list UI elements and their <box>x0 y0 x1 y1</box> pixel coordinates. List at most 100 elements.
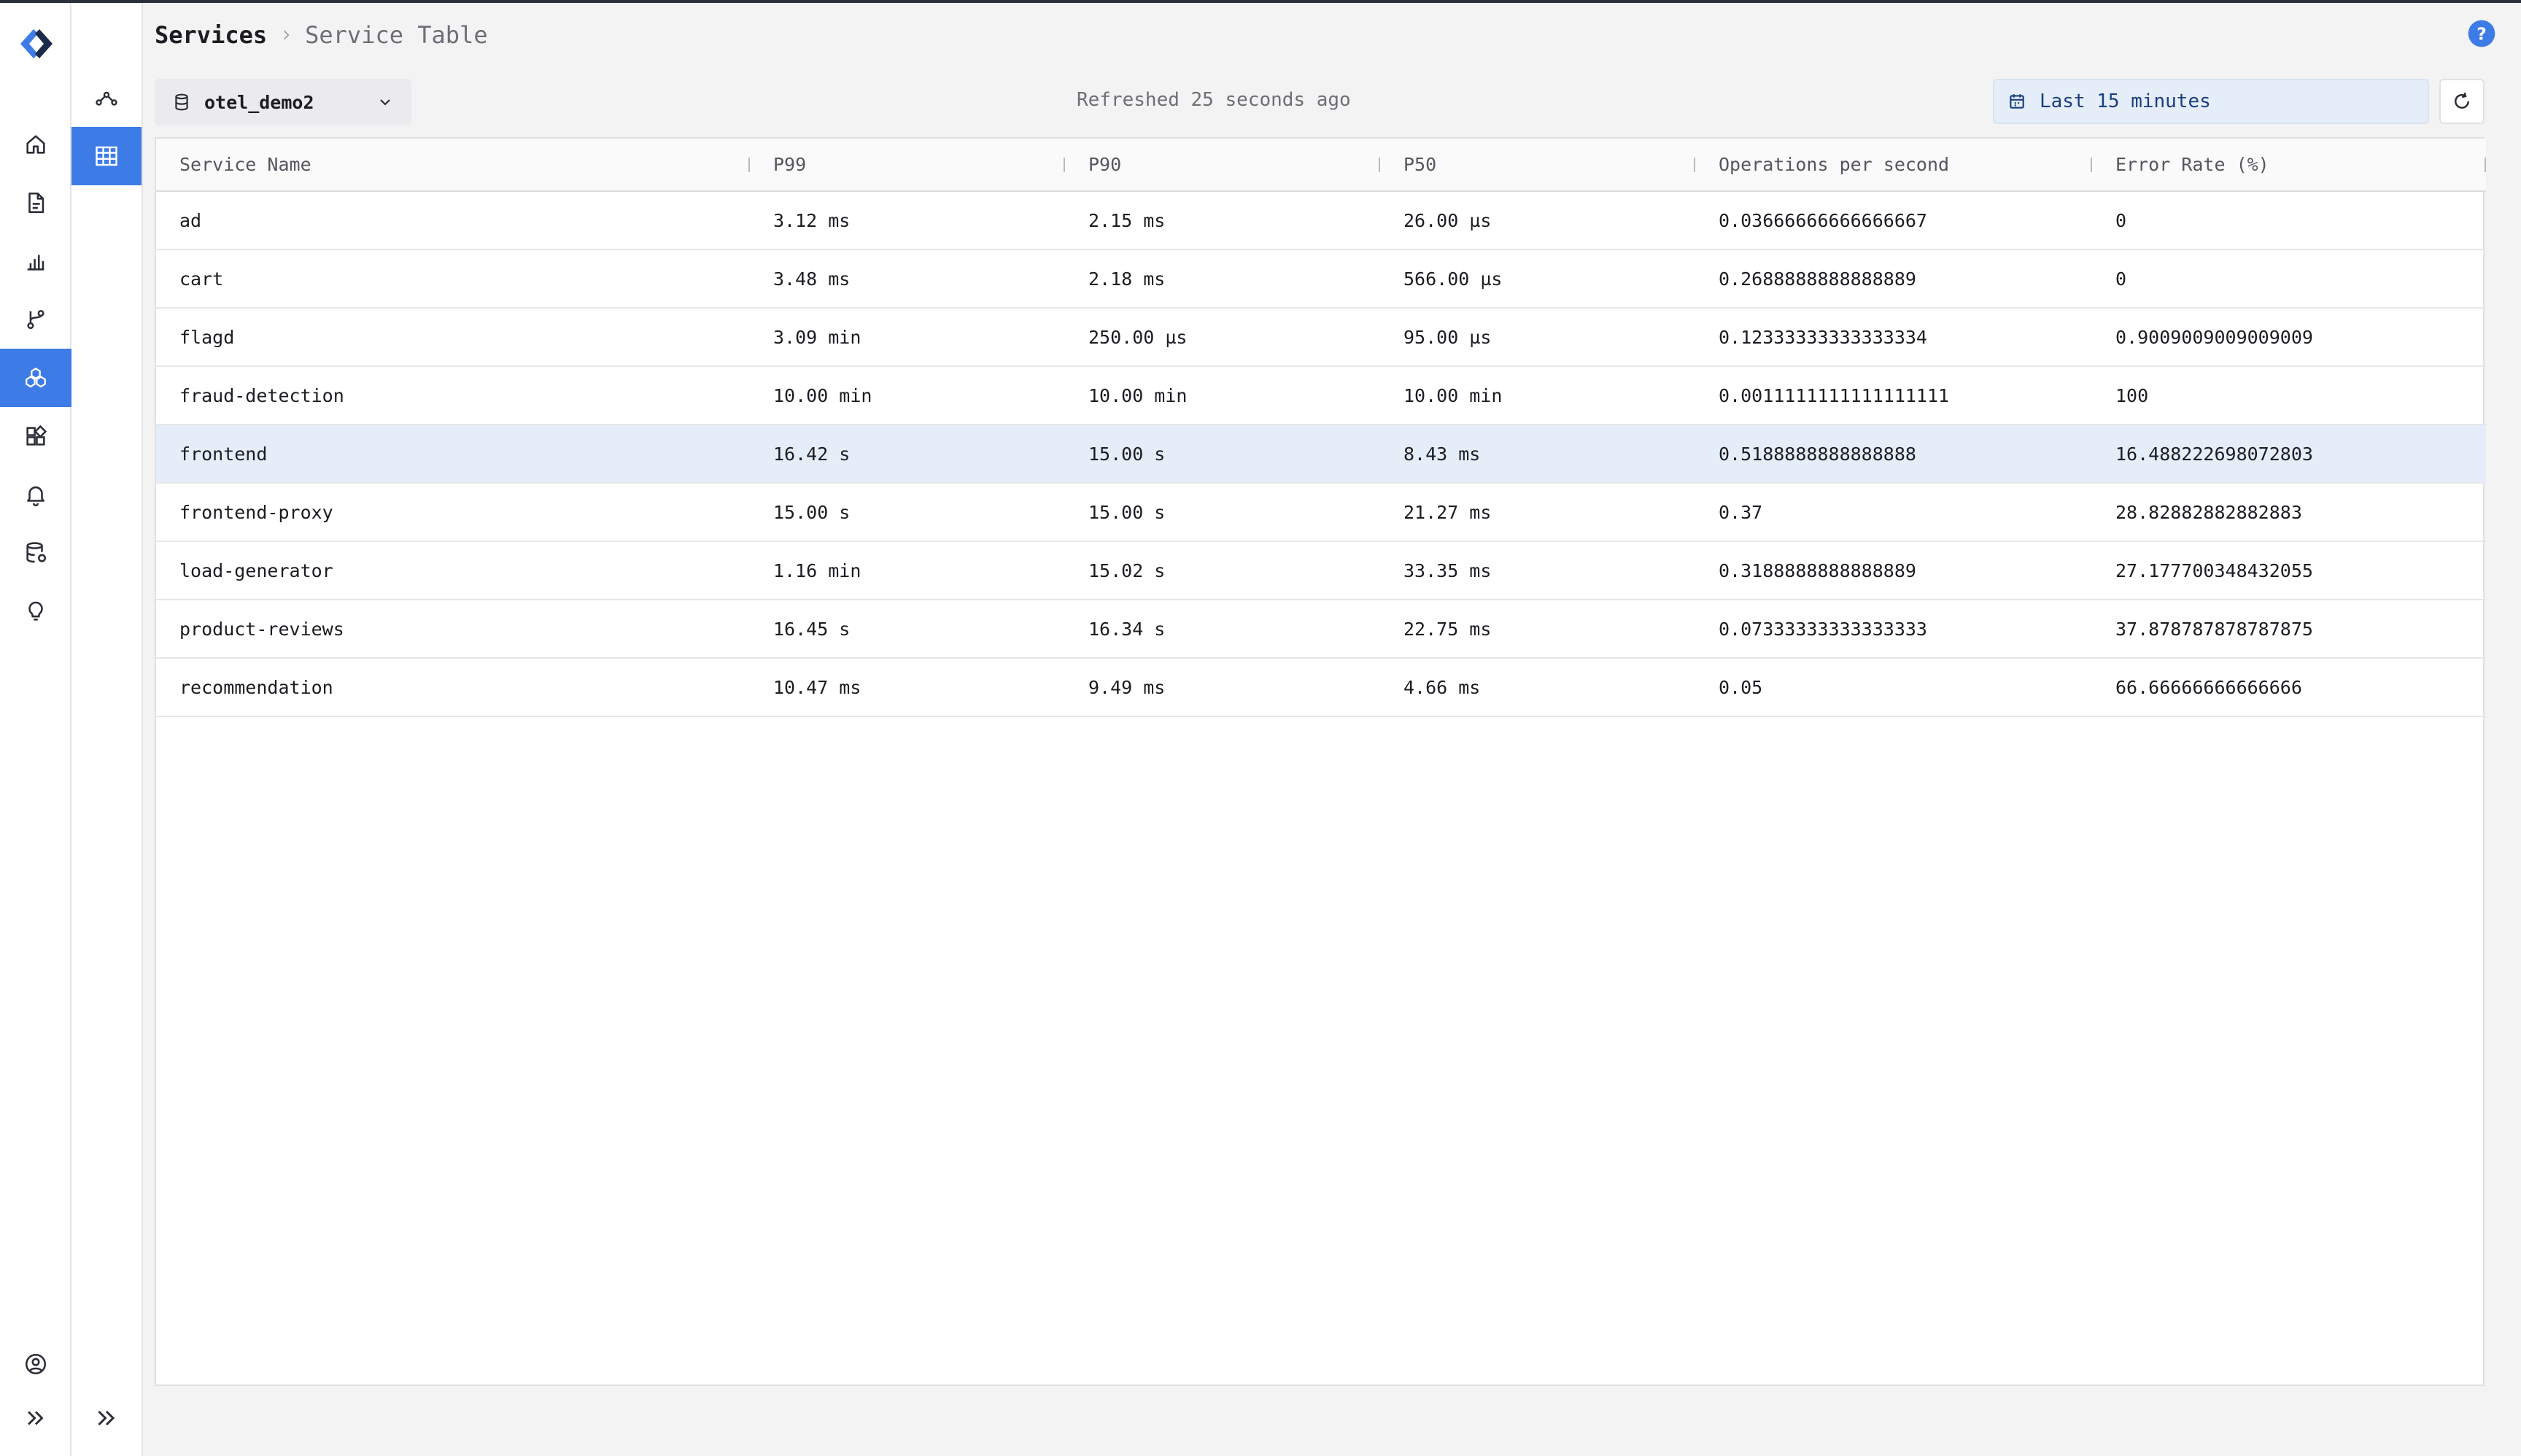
service-name-cell[interactable]: product-reviews <box>156 600 750 658</box>
table-row[interactable]: frontend 16.42 s 15.00 s 8.43 ms 0.518888888… <box>156 425 2486 483</box>
home-icon[interactable] <box>0 115 71 174</box>
table-row[interactable]: ad 3.12 ms 2.15 ms 26.00 µs 0.03666666666666… <box>156 191 2486 249</box>
bell-icon[interactable] <box>0 465 71 524</box>
table-cell: 0.2688888888888889 <box>1719 268 1916 290</box>
chevron-right-icon <box>284 30 290 40</box>
table-row[interactable]: frontend-proxy 15.00 s 15.00 s 21.27 ms 0.37… <box>156 483 2486 541</box>
time-range-label: Last 15 minutes <box>2040 90 2211 112</box>
table-cell: 0.07333333333333333 <box>1719 618 1927 640</box>
table-cell: 0.3188888888888889 <box>1719 559 1916 581</box>
service-map-icon[interactable] <box>71 70 142 128</box>
table-cell: 21.27 ms <box>1403 501 1492 523</box>
breadcrumb-root[interactable]: Services <box>155 21 267 49</box>
table-cell: 2.18 ms <box>1088 268 1166 290</box>
table-cell: 4.66 ms <box>1403 676 1481 698</box>
dashboards-icon[interactable] <box>0 407 71 465</box>
table-cell: 16.488222698072803 <box>2115 443 2313 465</box>
document-icon[interactable] <box>0 174 71 232</box>
column-resize-handle[interactable] <box>2485 158 2486 172</box>
expand-icon[interactable] <box>71 1389 142 1447</box>
column-header[interactable]: Service Name <box>156 139 750 191</box>
table-cell: 10.00 min <box>773 384 872 406</box>
table-cell: 33.35 ms <box>1403 559 1492 581</box>
service-name-cell[interactable]: fraud-detection <box>156 366 750 425</box>
table-row[interactable]: fraud-detection 10.00 min 10.00 min 10.00 m… <box>156 366 2486 425</box>
bar-chart-icon[interactable] <box>0 232 71 290</box>
table-cell: 15.00 s <box>1088 443 1166 465</box>
table-row[interactable]: cart 3.48 ms 2.18 ms 566.00 µs 0.26888888888… <box>156 249 2486 308</box>
table-header-row: Service Name P99 P90 P50 Operations per … <box>156 139 2486 191</box>
table-cell: 3.12 ms <box>773 209 851 231</box>
refresh-button[interactable] <box>2439 79 2485 124</box>
svg-text:?: ? <box>2477 23 2487 44</box>
service-table: Service Name P99 P90 P50 Operations per … <box>155 137 2486 1386</box>
table-cell: 1.16 min <box>773 559 861 581</box>
column-header[interactable]: Operations per second <box>1695 139 2092 191</box>
table-cell: 10.00 min <box>1088 384 1188 406</box>
table-cell: 15.00 s <box>1088 501 1166 523</box>
table-cell: 15.00 s <box>773 501 851 523</box>
table-cell: 22.75 ms <box>1403 618 1492 640</box>
lightbulb-icon[interactable] <box>0 582 71 640</box>
database-icon[interactable] <box>0 524 71 582</box>
table-row[interactable]: load-generator 1.16 min 15.02 s 33.35 ms 0.3… <box>156 541 2486 600</box>
table-cell: 0 <box>2115 209 2127 231</box>
logo-icon[interactable] <box>16 23 57 64</box>
table-cell: 9.49 ms <box>1088 676 1166 698</box>
primary-nav-rail <box>0 3 71 1456</box>
table-cell: 10.47 ms <box>773 676 861 698</box>
table-cell: 0.03666666666666667 <box>1719 209 1927 231</box>
breadcrumb: Services Service Table <box>155 19 488 51</box>
refresh-icon <box>2455 92 2469 109</box>
table-cell: 250.00 µs <box>1088 326 1188 348</box>
table-cell: 0.0011111111111111111 <box>1719 384 1950 406</box>
refresh-status: Refreshed 25 seconds ago <box>1077 89 1351 111</box>
table-cell: 28.82882882882883 <box>2115 501 2302 523</box>
user-circle-icon[interactable] <box>0 1335 71 1393</box>
table-row[interactable]: recommendation 10.47 ms 9.49 ms 4.66 ms 0.05… <box>156 658 2486 716</box>
table-cell: 0.37 <box>1719 501 1763 523</box>
help-icon[interactable]: ? <box>2467 19 2496 48</box>
table-row[interactable]: flagd 3.09 min 250.00 µs 95.00 µs 0.12333333… <box>156 308 2486 366</box>
table-cell: 16.34 s <box>1088 618 1166 640</box>
git-branch-icon[interactable] <box>0 290 71 349</box>
table-body: ad 3.12 ms 2.15 ms 26.00 µs 0.03666666666666… <box>156 191 2486 716</box>
expand-icon[interactable] <box>0 1389 71 1447</box>
table-cell: 16.45 s <box>773 618 851 640</box>
table-cell: 15.02 s <box>1088 559 1166 581</box>
database-icon <box>175 93 188 111</box>
table-cell: 0.5188888888888888 <box>1719 443 1916 465</box>
table-cell: 0.05 <box>1719 676 1763 698</box>
table-cell: 3.48 ms <box>773 268 851 290</box>
service-name-cell[interactable]: ad <box>156 191 750 249</box>
services-icon[interactable] <box>0 349 71 407</box>
service-name-cell[interactable]: cart <box>156 249 750 308</box>
service-name-cell[interactable]: load-generator <box>156 541 750 600</box>
breadcrumb-current: Service Table <box>305 21 488 49</box>
table-cell: 0.12333333333333334 <box>1719 326 1927 348</box>
column-header[interactable]: P99 <box>750 139 1065 191</box>
service-name-cell[interactable]: frontend-proxy <box>156 483 750 541</box>
column-header[interactable]: P50 <box>1380 139 1695 191</box>
calendar-icon <box>2010 94 2024 109</box>
table-cell: 100 <box>2115 384 2149 406</box>
table-cell: 566.00 µs <box>1403 268 1503 290</box>
datasource-select[interactable]: otel_demo2 <box>155 79 411 125</box>
table-row[interactable]: product-reviews 16.45 s 16.34 s 22.75 ms 0.0… <box>156 600 2486 658</box>
table-cell: 37.878787878787875 <box>2115 618 2313 640</box>
table-cell: 26.00 µs <box>1403 209 1492 231</box>
time-range-picker[interactable]: Last 15 minutes <box>1993 79 2429 124</box>
table-cell: 2.15 ms <box>1088 209 1166 231</box>
column-header[interactable]: P90 <box>1065 139 1380 191</box>
table-icon[interactable] <box>71 127 142 185</box>
column-header[interactable]: Error Rate (%) <box>2092 139 2486 191</box>
service-name-cell[interactable]: frontend <box>156 425 750 483</box>
service-name-cell[interactable]: recommendation <box>156 658 750 716</box>
table-cell: 95.00 µs <box>1403 326 1492 348</box>
chevron-down-icon <box>380 99 390 106</box>
table-cell: 16.42 s <box>773 443 851 465</box>
secondary-nav-rail <box>71 3 143 1456</box>
table-cell: 0.9009009009009009 <box>2115 326 2313 348</box>
service-name-cell[interactable]: flagd <box>156 308 750 366</box>
datasource-name: otel_demo2 <box>204 91 314 113</box>
